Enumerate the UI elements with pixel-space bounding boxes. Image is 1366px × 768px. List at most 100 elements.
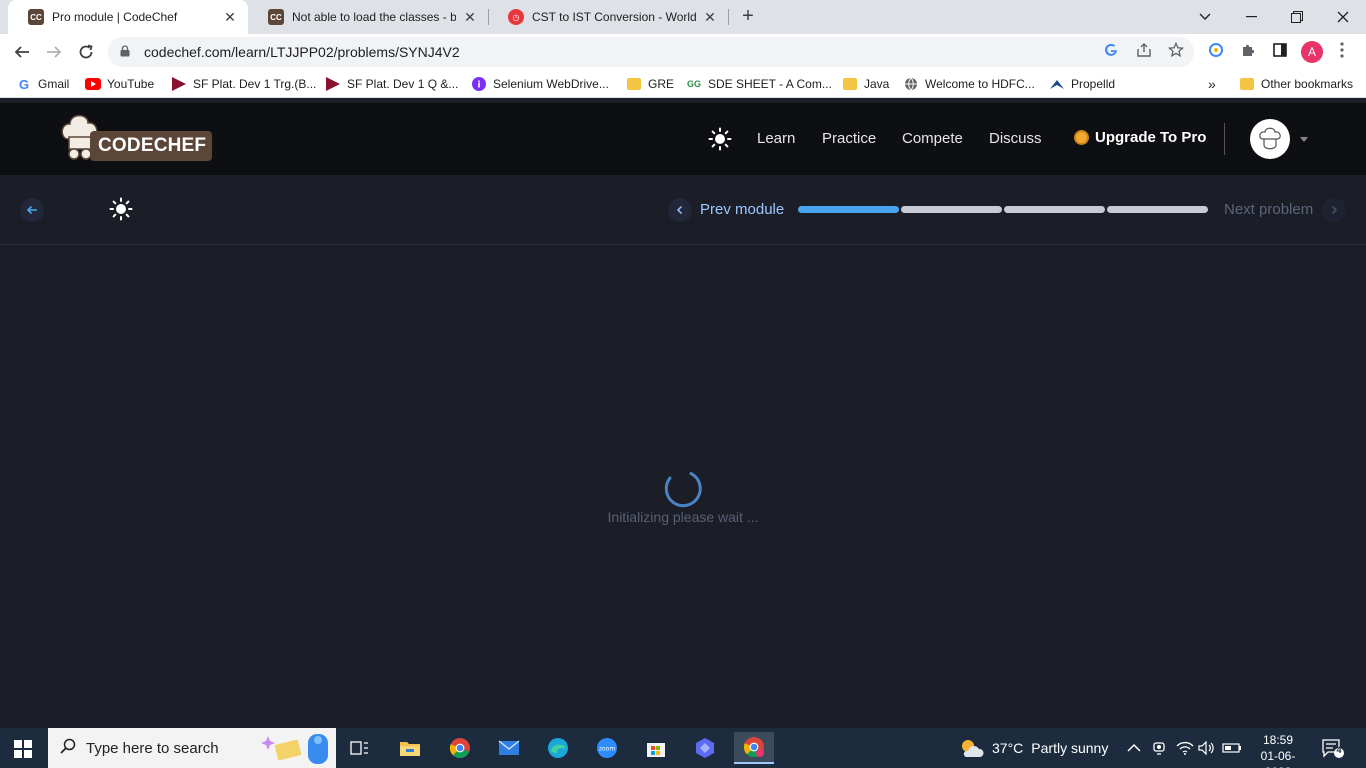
show-hidden-icons-icon[interactable]	[1127, 728, 1141, 768]
bookmarks-overflow-button[interactable]: »	[1208, 76, 1216, 92]
play-icon	[171, 76, 187, 92]
notification-count: 4	[1336, 745, 1342, 755]
nav-learn[interactable]: Learn	[757, 130, 795, 147]
reload-icon[interactable]	[74, 40, 98, 64]
tab-title: CST to IST Conversion - WorldTi	[532, 10, 696, 24]
other-bookmarks[interactable]: Other bookmarks	[1239, 76, 1353, 92]
theme-toggle-sun-icon[interactable]	[708, 127, 732, 151]
bookmark-gre[interactable]: GRE	[626, 76, 674, 92]
task-view-icon[interactable]	[340, 732, 380, 764]
new-tab-button[interactable]: +	[736, 4, 760, 28]
file-explorer-icon[interactable]	[390, 732, 430, 764]
folder-icon	[842, 76, 858, 92]
bookmark-selenium[interactable]: i Selenium WebDrive...	[471, 76, 609, 92]
chef-avatar-icon	[1259, 127, 1281, 150]
clock-time: 18:59	[1262, 733, 1294, 747]
lock-icon[interactable]	[120, 44, 134, 60]
power-automate-icon[interactable]	[685, 732, 725, 764]
bookmark-label: GRE	[648, 77, 675, 91]
forward-icon[interactable]	[42, 40, 66, 64]
bookmark-label: Selenium WebDrive...	[493, 77, 609, 91]
bookmark-label: SF Plat. Dev 1 Trg.(B...	[193, 77, 317, 91]
mail-icon[interactable]	[489, 732, 529, 764]
editor-theme-sun-icon[interactable]	[109, 197, 133, 221]
taskbar-search-box[interactable]: Type here to search	[48, 728, 336, 768]
bookmark-hdfc[interactable]: Welcome to HDFC...	[903, 76, 1035, 92]
share-icon[interactable]	[1134, 40, 1154, 60]
side-panel-icon[interactable]	[1270, 40, 1290, 60]
zoom-icon[interactable]: zoom	[587, 732, 627, 764]
weather-widget[interactable]: 37°C Partly sunny	[958, 728, 1108, 768]
extension-icon[interactable]	[1206, 40, 1226, 60]
system-clock[interactable]: 18:59 01-06-2023	[1248, 732, 1308, 768]
next-problem-label[interactable]: Next problem	[1224, 201, 1313, 218]
youtube-icon	[85, 76, 101, 92]
bookmarks-bar: G Gmail YouTube SF Plat. Dev 1 Trg.(B...…	[0, 70, 1366, 98]
progress-segment	[1004, 206, 1105, 213]
kebab-menu-icon[interactable]	[1332, 40, 1352, 60]
svg-text:zoom: zoom	[599, 746, 615, 753]
close-icon[interactable]: ✕	[702, 9, 718, 26]
upgrade-to-pro-button[interactable]: Upgrade To Pro	[1074, 129, 1206, 146]
user-avatar[interactable]	[1250, 119, 1290, 159]
prev-module-button[interactable]	[668, 198, 692, 222]
bookmark-label: Propelld	[1071, 77, 1116, 91]
bookmark-sf-plat-q[interactable]: SF Plat. Dev 1 Q &...	[325, 76, 458, 92]
globe-icon	[903, 76, 919, 92]
tab-cst-to-ist[interactable]: ◷ CST to IST Conversion - WorldTi ✕	[488, 0, 728, 34]
minimize-icon[interactable]	[1228, 0, 1274, 34]
tab-search-icon[interactable]	[1182, 0, 1228, 34]
tab-not-able-to-load[interactable]: CC Not able to load the classes - bu ✕	[248, 0, 488, 34]
edge-icon[interactable]	[538, 732, 578, 764]
bookmark-sf-plat-trg[interactable]: SF Plat. Dev 1 Trg.(B...	[171, 76, 316, 92]
chrome-icon[interactable]	[440, 732, 480, 764]
tab-pro-module[interactable]: CC Pro module | CodeChef ✕	[8, 0, 248, 34]
next-problem-button[interactable]	[1322, 198, 1346, 222]
play-icon	[325, 76, 341, 92]
wifi-icon[interactable]	[1176, 728, 1194, 768]
prev-module-label[interactable]: Prev module	[700, 201, 784, 218]
back-arrow-button[interactable]	[20, 198, 44, 222]
address-bar[interactable]: codechef.com/learn/LTJJPP02/problems/SYN…	[108, 37, 1194, 67]
loading-spinner	[664, 472, 702, 508]
restore-icon[interactable]	[1274, 0, 1320, 34]
chrome-active-window-icon[interactable]	[734, 732, 774, 764]
bookmark-label: Gmail	[38, 77, 70, 91]
windows-start-icon[interactable]	[14, 740, 32, 758]
worldtime-icon: ◷	[508, 9, 524, 25]
bookmark-sde-sheet[interactable]: GG SDE SHEET - A Com...	[686, 76, 832, 92]
bookmark-youtube[interactable]: YouTube	[85, 76, 154, 92]
bookmark-gmail[interactable]: G Gmail	[16, 76, 69, 92]
nav-divider	[1224, 123, 1225, 155]
notification-center-icon[interactable]: 4	[1322, 738, 1344, 758]
codechef-logo[interactable]: CODECHEF	[56, 109, 213, 165]
search-icon	[60, 738, 76, 759]
profile-avatar[interactable]: A	[1301, 41, 1323, 63]
nav-discuss[interactable]: Discuss	[989, 130, 1042, 147]
meet-now-icon[interactable]	[1152, 728, 1166, 768]
close-icon[interactable]: ✕	[462, 9, 478, 26]
chevron-right-icon	[1331, 205, 1338, 215]
bookmark-label: YouTube	[107, 77, 155, 91]
search-placeholder: Type here to search	[86, 739, 219, 757]
google-lens-icon[interactable]	[1101, 40, 1121, 60]
bookmark-propelld[interactable]: Propelld	[1049, 76, 1115, 92]
puzzle-icon[interactable]	[1238, 40, 1258, 60]
module-navigation-bar: Prev module Next problem	[0, 175, 1366, 245]
progress-segment	[798, 206, 899, 213]
close-icon[interactable]: ✕	[222, 9, 238, 26]
browser-toolbar: codechef.com/learn/LTJJPP02/problems/SYN…	[0, 34, 1366, 70]
microsoft-store-icon[interactable]	[636, 732, 676, 764]
codechef-icon: CC	[268, 9, 284, 25]
back-icon[interactable]	[10, 40, 34, 64]
bookmark-java[interactable]: Java	[842, 76, 889, 92]
loading-message: Initializing please wait ...	[607, 509, 759, 525]
volume-icon[interactable]	[1198, 728, 1216, 768]
bookmark-star-icon[interactable]	[1166, 40, 1186, 60]
account-dropdown-icon[interactable]	[1300, 137, 1308, 142]
window-close-icon[interactable]	[1320, 0, 1366, 34]
battery-icon[interactable]	[1222, 728, 1242, 768]
nav-practice[interactable]: Practice	[822, 130, 876, 147]
gfg-icon: GG	[686, 79, 701, 89]
nav-compete[interactable]: Compete	[902, 130, 963, 147]
